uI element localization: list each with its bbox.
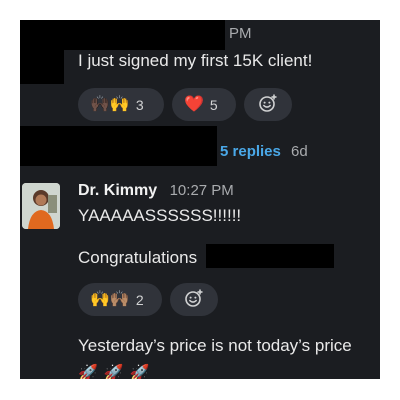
reaction-count: 2 xyxy=(135,291,144,308)
sender-name[interactable]: Dr. Kimmy xyxy=(78,182,157,199)
rocket-emoji-line: 🚀🚀🚀 xyxy=(78,365,156,379)
smiley-plus-icon xyxy=(184,288,204,311)
redacted-mention xyxy=(206,244,334,268)
redacted-thread-avatars xyxy=(20,126,217,166)
redacted-header xyxy=(20,20,225,50)
raised-hands-emoji: 🙌🏿🙌 xyxy=(90,95,130,113)
message-panel: PM I just signed my first 15K client! 🙌🏿… xyxy=(20,20,380,379)
smiley-plus-icon xyxy=(258,93,278,116)
thread-summary: 5 replies 6d xyxy=(220,143,308,160)
message-header: Dr. Kimmy 10:27 PM xyxy=(78,182,234,200)
message-text: Yesterday’s price is not today’s price xyxy=(78,336,352,355)
reaction-raised-hands[interactable]: 🙌🙌🏽 2 xyxy=(78,283,162,316)
raised-hands-emoji: 🙌🙌🏽 xyxy=(90,290,130,308)
message-text: I just signed my first 15K client! xyxy=(78,51,313,70)
reaction-heart[interactable]: ❤️ 5 xyxy=(172,88,236,121)
reaction-raised-hands[interactable]: 🙌🏿🙌 3 xyxy=(78,88,164,121)
replies-link[interactable]: 5 replies xyxy=(220,143,281,160)
add-reaction-button[interactable] xyxy=(244,88,292,121)
message-timestamp[interactable]: 10:27 PM xyxy=(170,182,234,199)
add-reaction-button[interactable] xyxy=(170,283,218,316)
reaction-bar: 🙌🏿🙌 3 ❤️ 5 xyxy=(78,88,292,121)
redacted-avatar xyxy=(20,50,64,84)
avatar[interactable] xyxy=(22,183,60,229)
message-text: Congratulations xyxy=(78,248,198,267)
reaction-count: 3 xyxy=(135,96,144,113)
thread-last-reply: 6d xyxy=(291,143,308,160)
message-timestamp: PM xyxy=(229,25,252,42)
reaction-count: 5 xyxy=(209,96,218,113)
heart-emoji: ❤️ xyxy=(184,95,204,113)
message-text: YAAAAASSSSSS!!!!!! xyxy=(78,206,242,225)
reaction-bar: 🙌🙌🏽 2 xyxy=(78,283,218,316)
